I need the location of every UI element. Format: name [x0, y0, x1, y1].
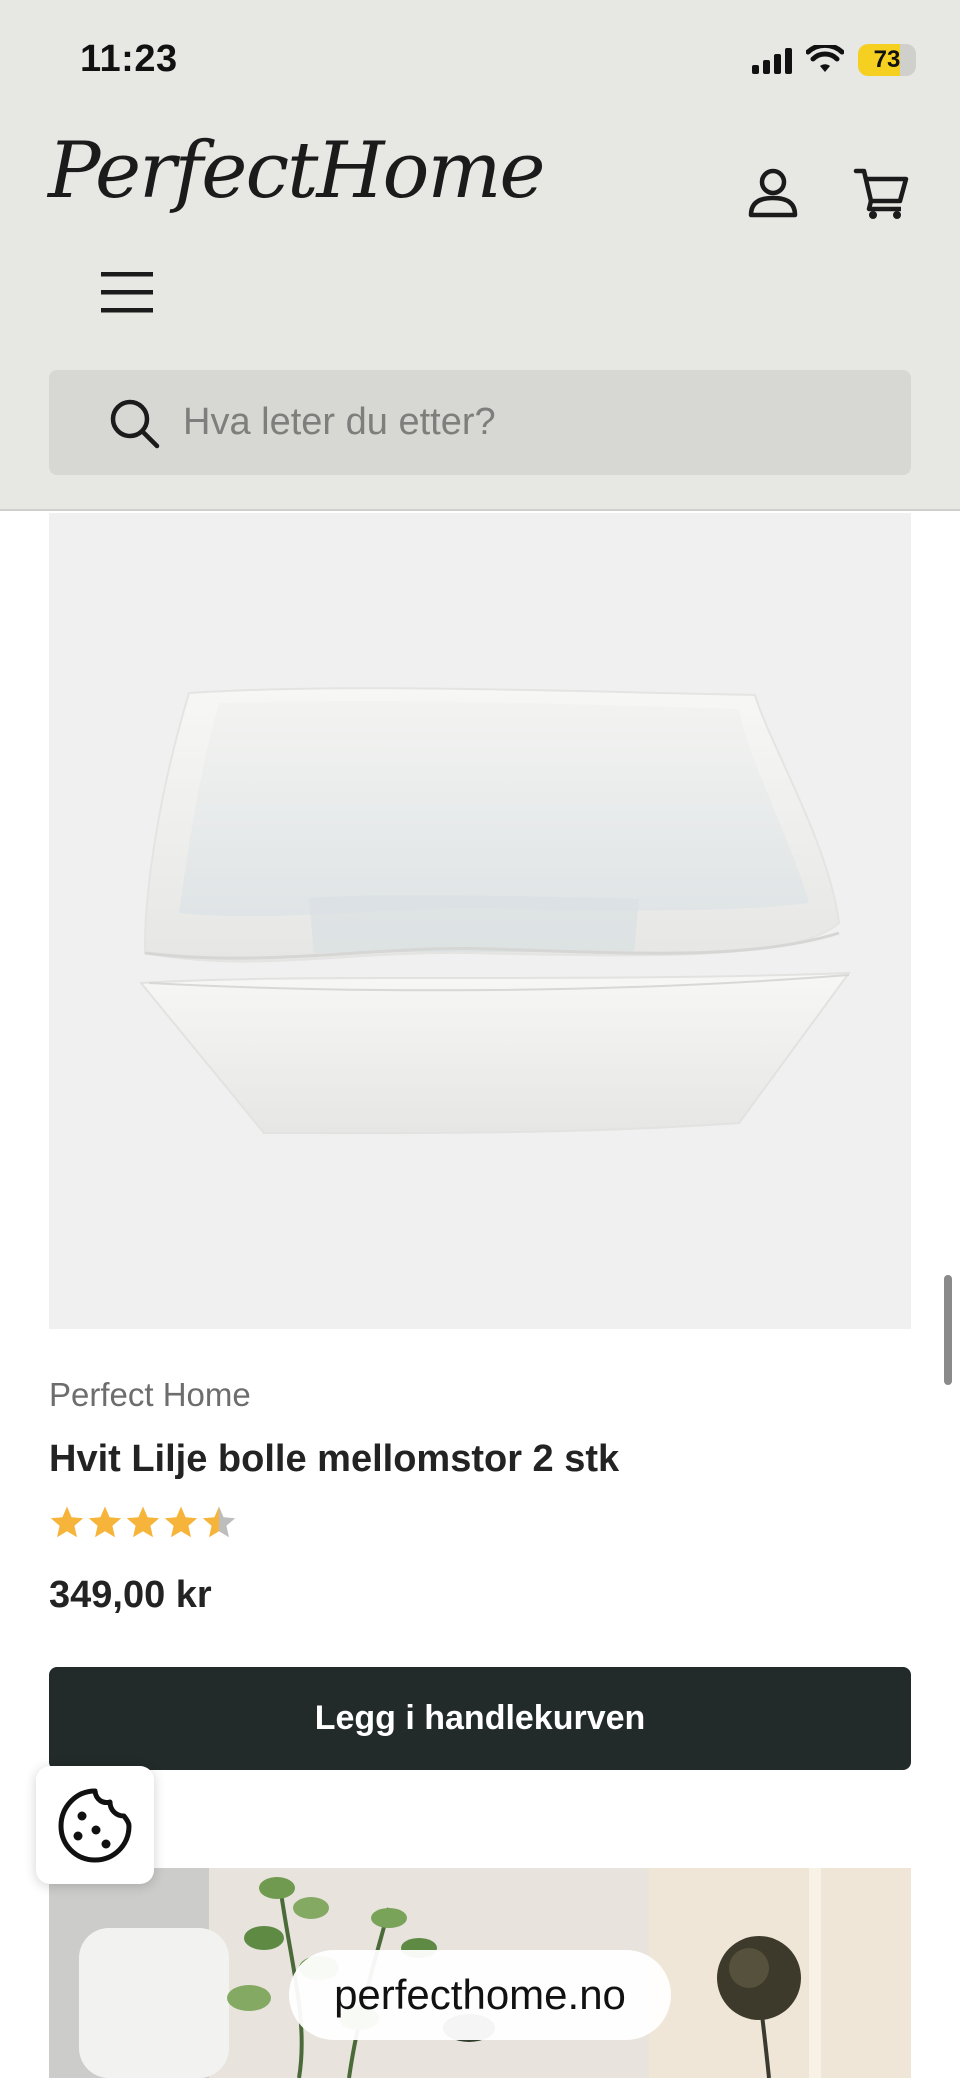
status-time: 11:23	[80, 38, 178, 80]
battery-level: 73	[873, 46, 901, 73]
star-icon	[126, 1506, 160, 1538]
cookie-icon	[58, 1788, 132, 1863]
cookie-settings-button[interactable]	[36, 1766, 154, 1884]
product-price: 349,00 kr	[49, 1574, 212, 1616]
product-rating	[49, 1505, 237, 1539]
site-logo[interactable]: PerfectHome	[48, 126, 546, 216]
account-icon	[748, 168, 798, 218]
status-icons: 73	[752, 40, 916, 80]
status-bar: 11:23 73	[0, 0, 960, 120]
bowl-image	[138, 687, 852, 1135]
product-title[interactable]: Hvit Lilje bolle mellomstor 2 stk	[49, 1438, 619, 1481]
menu-button[interactable]	[92, 262, 162, 322]
search-icon	[110, 399, 160, 448]
star-icon	[50, 1506, 84, 1538]
hamburger-menu-icon	[101, 272, 153, 313]
signal-icon	[752, 46, 792, 74]
page: 11:23 73 PerfectHome Hva leter du etter?…	[0, 0, 960, 2078]
star-icon	[164, 1506, 198, 1538]
browser-url-pill[interactable]: perfecthome.no	[289, 1950, 671, 2040]
star-icon	[202, 1506, 236, 1538]
cart-icon	[853, 168, 909, 219]
cart-button[interactable]	[846, 158, 916, 228]
star-icon	[88, 1506, 122, 1538]
search-button[interactable]	[99, 388, 169, 458]
product-image[interactable]	[49, 513, 911, 1329]
search-bar[interactable]	[49, 370, 911, 475]
site-header: 11:23 73 PerfectHome Hva leter du etter?	[0, 0, 960, 511]
product-vendor: Perfect Home	[49, 1376, 251, 1413]
add-to-cart-button[interactable]: Legg i handlekurven	[49, 1667, 911, 1770]
wifi-icon	[806, 45, 844, 72]
account-button[interactable]	[738, 158, 808, 228]
search-input[interactable]	[183, 370, 883, 475]
battery-indicator: 73	[858, 44, 916, 76]
scroll-indicator[interactable]	[944, 1275, 952, 1385]
